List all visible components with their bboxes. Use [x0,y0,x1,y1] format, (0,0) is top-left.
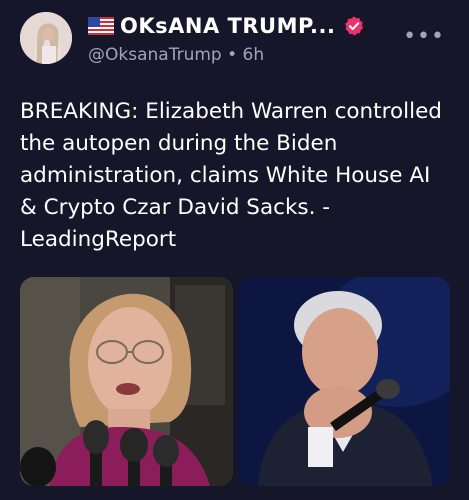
display-name[interactable]: OKsANA TRUMP... [120,14,335,38]
avatar[interactable] [20,12,72,64]
verified-badge-icon [345,16,364,36]
post-time[interactable]: 6h [243,45,265,65]
handle-row: @OksanaTrump • 6h [88,45,264,65]
handle[interactable]: @OksanaTrump [88,45,222,65]
post-image-biden[interactable] [238,277,450,486]
warren-photo [20,277,233,486]
post-image-warren[interactable] [20,277,233,486]
biden-photo [238,277,450,486]
name-row: OKsANA TRUMP... [88,14,365,38]
us-flag-icon [88,17,114,35]
avatar-image [20,12,72,64]
separator: • [221,45,243,65]
post-text: BREAKING: Elizabeth Warren controlled th… [20,99,442,252]
more-options-icon[interactable]: ••• [403,26,445,48]
